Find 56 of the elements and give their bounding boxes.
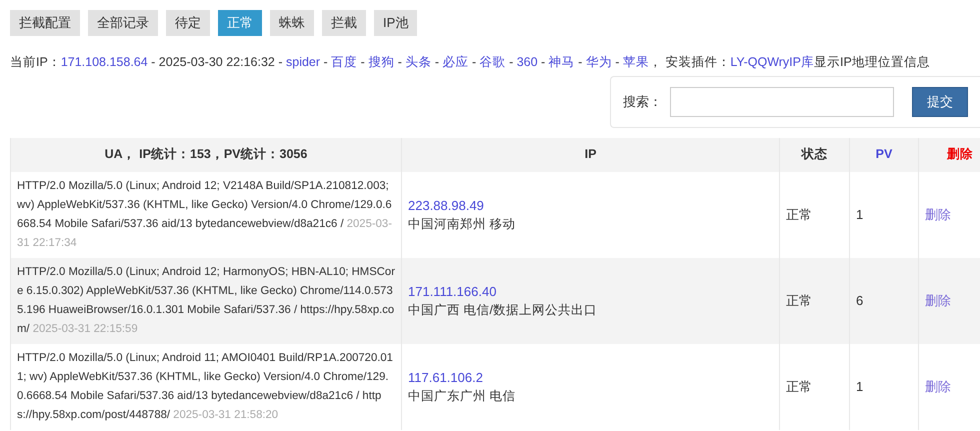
ip-link[interactable]: 223.88.98.49	[408, 198, 484, 213]
info-text: -	[396, 55, 403, 69]
pv-cell: 6	[850, 258, 918, 344]
column-header: UA， IP统计：153，PV统计：3056	[10, 138, 402, 172]
link[interactable]: LY-QQWryIP库	[730, 55, 814, 69]
info-text: 当前IP：	[10, 55, 61, 69]
info-text: -	[614, 55, 620, 69]
link[interactable]: spider	[286, 55, 320, 69]
link[interactable]: 搜狗	[368, 55, 394, 69]
info-text: -	[540, 55, 546, 69]
link[interactable]: 谷歌	[480, 55, 506, 69]
tab[interactable]: 全部记录	[88, 10, 158, 36]
column-header: 删除	[918, 138, 980, 172]
location-text: 中国河南郑州 移动	[408, 216, 516, 234]
info-text: -	[360, 55, 366, 69]
column-header: PV	[850, 138, 918, 172]
tab[interactable]: 拦截	[322, 10, 366, 36]
submit-button[interactable]: 提交	[912, 87, 968, 116]
link[interactable]: 必应	[442, 55, 468, 69]
link[interactable]: 苹果	[622, 55, 649, 69]
info-text: ， 安装插件：	[648, 55, 730, 69]
search-field[interactable]	[670, 86, 894, 117]
info-text: - 2025-03-30 22:16:32 -	[150, 55, 284, 69]
column-header: IP	[402, 138, 780, 172]
status-cell: 正常	[780, 258, 850, 344]
link[interactable]: 华为	[586, 55, 612, 69]
link[interactable]: 171.108.158.64	[60, 55, 148, 69]
link[interactable]: 头条	[405, 55, 432, 69]
info-text: -	[470, 55, 478, 69]
delete-link[interactable]: 删除	[925, 379, 951, 394]
link[interactable]: 神马	[548, 55, 575, 69]
column-header: 状态	[780, 138, 850, 172]
status-cell: 正常	[780, 344, 850, 430]
pv-cell: 1	[850, 344, 918, 430]
timestamp: 2025-03-31 21:58:20	[173, 408, 278, 421]
link[interactable]: 百度	[331, 55, 358, 69]
timestamp: 2025-03-31 22:15:59	[32, 322, 138, 335]
location-text: 中国广东广州 电信	[408, 388, 516, 406]
ua-cell: HTTP/2.0 Mozilla/5.0 (Linux; Android 12; HarmonyOS; HBN-AL10; HMSCore 6.15.0.302) AppleWebKit/537.36 (KHTML, like Gecko) Chrome/114.0.5735.196 HuaweiBrowser/16.0.1.301 Mobile Safari/537.36 / https://hpy.58xp.com/ 2025-03-31 22:15:59	[10, 258, 402, 344]
ip-link[interactable]: 117.61.106.2	[408, 370, 483, 385]
tab[interactable]: 蛛蛛	[270, 10, 314, 36]
info-text: -	[322, 55, 329, 69]
location-text: 中国广西 电信/数据上网公共出口	[408, 302, 598, 320]
info-text: -	[577, 55, 584, 69]
tab[interactable]: 拦截配置	[10, 10, 80, 36]
search-label: 搜索：	[623, 93, 662, 111]
ip-link[interactable]: 171.111.166.40	[408, 284, 496, 299]
info-text: -	[434, 55, 440, 69]
link[interactable]: 360	[516, 55, 538, 69]
delete-link[interactable]: 删除	[925, 207, 951, 222]
delete-link[interactable]: 删除	[925, 293, 951, 308]
tab[interactable]: 待定	[166, 10, 210, 36]
ua-cell: HTTP/2.0 Mozilla/5.0 (Linux; Android 11; AMOI0401 Build/RP1A.200720.011; wv) AppleWebKit/537.36 (KHTML, like Gecko) Version/4.0 Chrome/129.0.6668.54 Mobile Safari/537.36 aid/13 bytedancewebview/d8a21c6 / https://hpy.58xp.com/post/448788/ 2025-03-31 21:58:20	[10, 344, 402, 430]
info-text: -	[508, 55, 514, 69]
tab[interactable]: IP池	[374, 10, 418, 36]
info-text: 显示IP地理位置信息	[814, 55, 930, 69]
